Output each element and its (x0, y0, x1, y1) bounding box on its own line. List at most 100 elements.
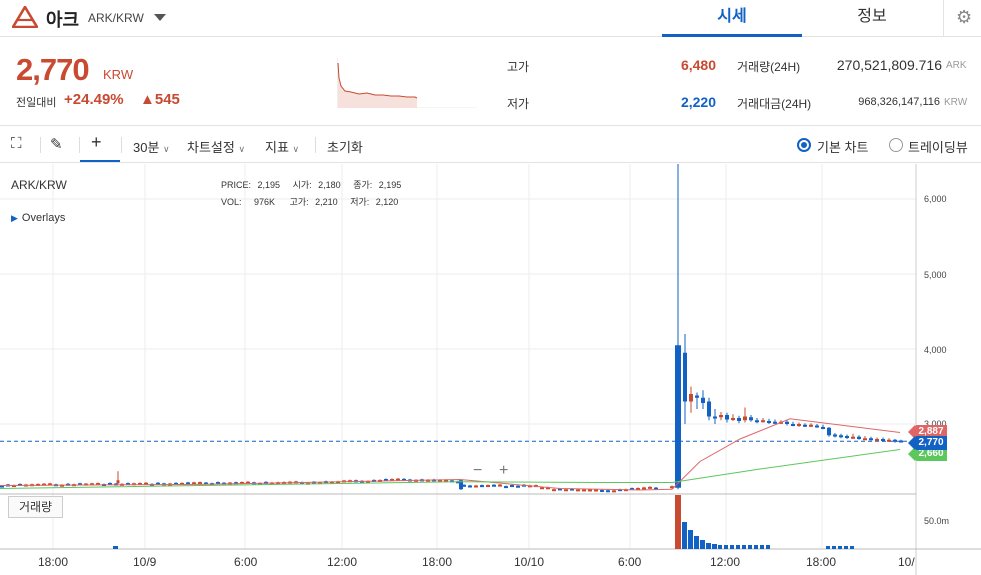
chart-settings-select[interactable]: 차트설정 ∨ (187, 137, 245, 156)
gear-icon[interactable]: ⚙ (956, 7, 972, 28)
candle-body (767, 421, 771, 423)
candlestick-chart-canvas[interactable] (0, 164, 981, 575)
volume-bar (850, 546, 854, 549)
candle-body (725, 415, 729, 420)
volume-label: 거래량(24H) (737, 60, 801, 74)
basic-chart-radio[interactable] (797, 138, 811, 152)
tab-market[interactable]: 시세 (662, 0, 802, 37)
candle-body (803, 424, 807, 427)
basic-chart-label[interactable]: 기본 차트 (817, 137, 868, 156)
zoom-in-button[interactable]: + (499, 462, 508, 480)
candle-body (486, 485, 490, 488)
candle-body (845, 436, 849, 438)
volume-bar (844, 546, 848, 549)
legend-price-value: 2,195 (257, 180, 281, 190)
low-label: 저가 (507, 97, 530, 111)
legend-vol-value: 976K (254, 197, 276, 207)
legend-low-value: 2,120 (375, 197, 399, 207)
volume-bar (742, 545, 746, 549)
x-tick-label: 6:00 (234, 555, 258, 569)
pencil-icon[interactable]: ✎ (50, 135, 63, 153)
volume-toggle-button[interactable]: 거래량 (8, 496, 63, 518)
x-tick-label: 10/10 (514, 555, 545, 569)
legend-row-1: PRICE: 2,195 시가: 2,180 종가: 2,195 (221, 178, 401, 191)
volume-bar (724, 545, 728, 549)
volume-bar (700, 540, 705, 549)
volume-bar (766, 545, 770, 549)
candle-body (827, 427, 831, 436)
price-unit: KRW (103, 67, 134, 82)
candle-body (737, 418, 741, 421)
crosshair-icon[interactable]: + (91, 132, 102, 153)
volume-bar (718, 545, 722, 549)
legend-close-label: 종가: (353, 180, 373, 190)
price-summary: 2,770 KRW 전일대비 +24.49% ▲545 고가 6,480 저가 … (0, 38, 981, 126)
tradingview-label[interactable]: 트레이딩뷰 (908, 137, 968, 156)
candle-body (761, 420, 765, 423)
candle-body (773, 421, 777, 424)
tab-info[interactable]: 정보 (802, 0, 942, 37)
x-tick-label: 18:00 (422, 555, 453, 569)
volume-tick-label: 50.0m (924, 516, 950, 526)
candle-body (863, 438, 867, 441)
current-price-tag: 2,770 (915, 436, 947, 450)
candle-body (642, 487, 646, 490)
candle-body (552, 489, 556, 492)
divider (40, 137, 41, 153)
fullscreen-icon[interactable]: ⛶ (11, 135, 22, 152)
chevron-down-icon[interactable] (154, 14, 166, 21)
candle-body (857, 436, 861, 439)
amount-label: 거래대금(24H) (737, 97, 812, 111)
candle-body (743, 416, 747, 421)
price-chart[interactable]: ARK/KRW ▶ Overlays PRICE: 2,195 시가: 2,180… (0, 164, 981, 575)
volume-bar (754, 545, 758, 549)
candle-body (576, 489, 580, 492)
overlays-toggle[interactable]: ▶ Overlays (11, 212, 65, 224)
change-label: 전일대비 (16, 97, 57, 109)
candle-body (851, 436, 855, 439)
legend-row-2: VOL: 976K 고가: 2,210 저가: 2,120 (221, 195, 398, 208)
zoom-out-button[interactable]: − (473, 462, 482, 480)
legend-close-value: 2,195 (378, 180, 402, 190)
volume-bar (838, 546, 842, 549)
candle-body (869, 438, 873, 441)
interval-select[interactable]: 30분 ∨ (133, 137, 170, 156)
candle-body (899, 440, 903, 443)
moving-average-short-line (0, 418, 901, 491)
volume-bar (736, 545, 740, 549)
volume-bar (832, 546, 836, 549)
x-tick-label: 10/ (898, 555, 915, 569)
indicators-select[interactable]: 지표 ∨ (265, 137, 299, 156)
volume-bar (675, 495, 681, 549)
y-tick-label: 4,000 (924, 345, 947, 355)
amount-value: 968,326,147,116 (858, 96, 940, 108)
divider (121, 137, 122, 153)
high-label: 고가 (507, 60, 530, 74)
candle-body (474, 485, 478, 488)
legend-high-value: 2,210 (315, 197, 338, 207)
candle-body (516, 485, 520, 488)
candle-body (821, 427, 825, 429)
candle-body (881, 439, 885, 441)
candle-body (683, 352, 687, 402)
x-tick-label: 10/9 (133, 555, 157, 569)
volume-bar (694, 536, 699, 549)
candle-body (582, 489, 586, 492)
triangle-right-icon: ▶ (11, 213, 18, 223)
y-tick-label: 6,000 (924, 194, 947, 204)
candle-body (791, 424, 795, 426)
candle-body (689, 394, 693, 402)
coin-name: 아크 (46, 10, 80, 30)
candle-body (675, 345, 681, 488)
tradingview-radio[interactable] (889, 138, 903, 152)
candle-body (564, 489, 568, 492)
candle-body (875, 439, 879, 441)
candle-body (540, 487, 544, 490)
mini-price-chart (337, 58, 477, 108)
volume-bar (706, 543, 711, 549)
reset-button[interactable]: 초기화 (327, 137, 363, 156)
candle-body (785, 421, 789, 424)
tag-arrow (908, 425, 915, 439)
legend-low-label: 저가: (350, 197, 370, 207)
candle-body (648, 486, 652, 489)
